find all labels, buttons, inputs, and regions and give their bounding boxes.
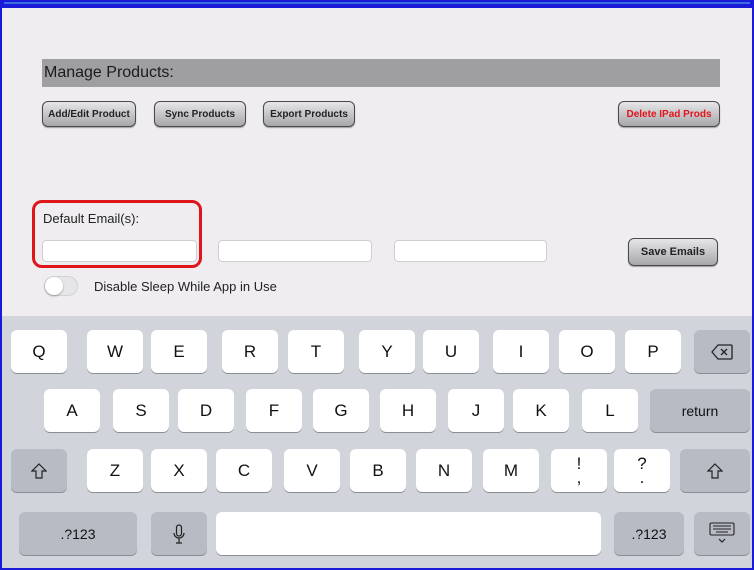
key-n[interactable]: N	[416, 449, 472, 492]
exclaim-comma-glyphs: !,	[576, 455, 582, 487]
disable-sleep-toggle[interactable]	[44, 276, 78, 296]
backspace-icon	[711, 343, 733, 360]
key-k[interactable]: K	[513, 389, 569, 432]
key-a[interactable]: A	[44, 389, 100, 432]
comma-char: ,	[576, 467, 582, 487]
key-j[interactable]: J	[448, 389, 504, 432]
key-m[interactable]: M	[483, 449, 539, 492]
key-u[interactable]: U	[423, 330, 479, 373]
key-p[interactable]: P	[625, 330, 681, 373]
dismiss-keyboard-key[interactable]	[694, 512, 750, 555]
key-h[interactable]: H	[380, 389, 436, 432]
sync-products-button[interactable]: Sync Products	[154, 101, 246, 127]
backspace-key[interactable]	[694, 330, 750, 373]
shift-key-right[interactable]	[680, 449, 750, 492]
key-w[interactable]: W	[87, 330, 143, 373]
disable-sleep-label: Disable Sleep While App in Use	[94, 279, 277, 294]
key-exclaim-comma[interactable]: !,	[551, 449, 607, 492]
key-g[interactable]: G	[313, 389, 369, 432]
keyboard-dismiss-icon	[709, 521, 735, 543]
key-v[interactable]: V	[284, 449, 340, 492]
key-c[interactable]: C	[216, 449, 272, 492]
numbers-key-left[interactable]: .?123	[19, 512, 137, 555]
key-i[interactable]: I	[493, 330, 549, 373]
email-highlight-box	[32, 200, 202, 268]
key-z[interactable]: Z	[87, 449, 143, 492]
key-l[interactable]: L	[582, 389, 638, 432]
key-question-period[interactable]: ?.	[614, 449, 670, 492]
key-x[interactable]: X	[151, 449, 207, 492]
delete-ipad-prods-button[interactable]: Delete IPad Prods	[618, 101, 720, 127]
key-q[interactable]: Q	[11, 330, 67, 373]
microphone-icon	[173, 523, 185, 544]
manage-products-header: Manage Products:	[42, 59, 720, 87]
period-char: .	[639, 467, 645, 487]
email-field-3[interactable]	[394, 240, 547, 262]
key-d[interactable]: D	[178, 389, 234, 432]
key-t[interactable]: T	[288, 330, 344, 373]
key-s[interactable]: S	[113, 389, 169, 432]
key-b[interactable]: B	[350, 449, 406, 492]
email-field-2[interactable]	[218, 240, 372, 262]
onscreen-keyboard: Q W E R T Y U I O P A S D F G H J K L re…	[2, 316, 752, 568]
key-o[interactable]: O	[559, 330, 615, 373]
question-period-glyphs: ?.	[637, 455, 646, 487]
numbers-key-right[interactable]: .?123	[614, 512, 684, 555]
space-key[interactable]	[216, 512, 601, 555]
top-bar	[0, 0, 754, 8]
top-bar-inner	[4, 0, 750, 4]
key-f[interactable]: F	[246, 389, 302, 432]
dictation-key[interactable]	[151, 512, 207, 555]
save-emails-button[interactable]: Save Emails	[628, 238, 718, 266]
key-e[interactable]: E	[151, 330, 207, 373]
export-products-button[interactable]: Export Products	[263, 101, 355, 127]
shift-icon	[31, 462, 47, 479]
shift-key-left[interactable]	[11, 449, 67, 492]
shift-icon	[707, 462, 723, 479]
return-key[interactable]: return	[650, 389, 750, 432]
key-y[interactable]: Y	[359, 330, 415, 373]
add-edit-product-button[interactable]: Add/Edit Product	[42, 101, 136, 127]
toggle-knob	[45, 277, 63, 295]
key-r[interactable]: R	[222, 330, 278, 373]
